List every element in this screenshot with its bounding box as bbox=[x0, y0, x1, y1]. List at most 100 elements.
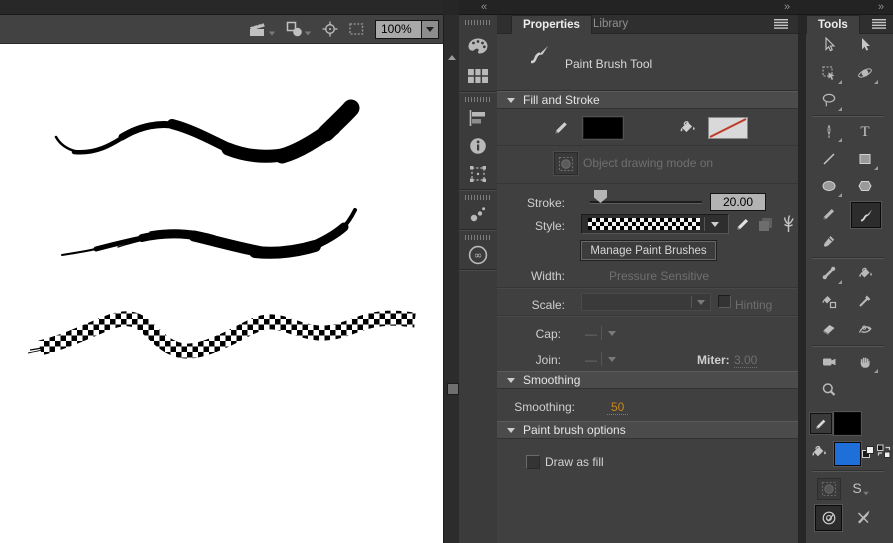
paint-brush-library-button[interactable] bbox=[781, 214, 796, 233]
style-row: Style: bbox=[497, 213, 798, 239]
checkered-pattern-brush-stroke[interactable] bbox=[27, 310, 416, 359]
zoom-level-select[interactable]: 100% bbox=[375, 19, 439, 39]
tools-fill-color-swatch[interactable] bbox=[834, 442, 861, 466]
scale-dropdown[interactable] bbox=[581, 293, 711, 311]
style-label: Style: bbox=[534, 219, 565, 233]
object-drawing-toggle[interactable] bbox=[554, 152, 578, 175]
panel-group-grip[interactable] bbox=[465, 20, 491, 25]
cap-row: Cap: — bbox=[497, 319, 798, 345]
properties-panel: Properties Library Paint Brush Tool Fill… bbox=[497, 15, 798, 543]
section-header-smoothing[interactable]: Smoothing bbox=[497, 371, 798, 389]
free-transform-tool-button[interactable] bbox=[815, 61, 843, 85]
style-dropdown[interactable] bbox=[581, 214, 729, 234]
stage-canvas[interactable] bbox=[0, 44, 443, 543]
use-tilt-icon bbox=[822, 511, 835, 525]
align-panel-button[interactable] bbox=[468, 109, 488, 127]
cap-dropdown-arrow[interactable] bbox=[608, 331, 616, 336]
width-label: Width: bbox=[530, 269, 565, 283]
hand-tool-button[interactable] bbox=[851, 350, 879, 374]
polystar-tool-button[interactable] bbox=[851, 174, 879, 198]
paint-brush-tool-button[interactable] bbox=[851, 202, 881, 228]
style-dropdown-arrow[interactable] bbox=[705, 221, 725, 227]
panel-group-grip[interactable] bbox=[465, 97, 491, 102]
rough-art-brush-stroke[interactable] bbox=[61, 208, 357, 259]
cc-libraries-panel-button[interactable]: ∞ bbox=[468, 245, 488, 265]
camera-tool-button[interactable] bbox=[815, 350, 843, 374]
miter-value[interactable]: 3.00 bbox=[734, 353, 758, 368]
panel-group-grip[interactable] bbox=[465, 235, 491, 240]
use-pressure-button[interactable] bbox=[850, 505, 875, 529]
info-panel-button[interactable] bbox=[469, 137, 487, 155]
edit-symbols-button[interactable] bbox=[286, 21, 312, 37]
collapse-panels-button[interactable]: « bbox=[481, 0, 487, 14]
section-header-paint-brush-options[interactable]: Paint brush options bbox=[497, 421, 798, 439]
properties-panel-menu-button[interactable] bbox=[774, 19, 788, 29]
join-dropdown-arrow[interactable] bbox=[608, 357, 616, 362]
scroll-up-icon[interactable] bbox=[448, 55, 456, 60]
zoom-tool-button[interactable] bbox=[815, 378, 843, 402]
zoom-arrow-button[interactable] bbox=[421, 20, 438, 38]
section-header-fill-and-stroke[interactable]: Fill and Stroke bbox=[497, 91, 798, 109]
smooth-taper-brush-stroke[interactable] bbox=[54, 99, 360, 164]
stroke-slider-track[interactable] bbox=[590, 201, 702, 203]
subselection-tool-button[interactable] bbox=[851, 33, 879, 57]
manage-paint-brushes-button[interactable]: Manage Paint Brushes bbox=[580, 240, 717, 261]
scrollbar-thumb[interactable] bbox=[447, 383, 459, 395]
use-tilt-button[interactable] bbox=[815, 505, 842, 531]
edit-scene-button[interactable] bbox=[248, 21, 276, 37]
eyedropper-tool-button[interactable] bbox=[851, 289, 879, 313]
oval-tool-button[interactable] bbox=[815, 174, 843, 198]
panel-icon-strip: ∞ bbox=[459, 15, 498, 543]
tools-object-drawing-toggle[interactable] bbox=[817, 478, 841, 500]
pencil-tool-button[interactable] bbox=[815, 202, 843, 226]
smoothing-label: Smoothing: bbox=[514, 400, 575, 414]
zoom-level-value: 100% bbox=[381, 22, 412, 36]
line-tool-button[interactable] bbox=[815, 147, 843, 171]
3d-rotation-tool-button[interactable] bbox=[851, 61, 879, 85]
stroke-value-field[interactable]: 20.00 bbox=[710, 193, 766, 211]
draw-as-fill-checkbox[interactable] bbox=[526, 455, 540, 469]
tools-panel-menu-button[interactable] bbox=[872, 19, 886, 29]
flyout-indicator bbox=[838, 80, 842, 84]
presets-panel-button[interactable] bbox=[469, 205, 487, 223]
clip-content-button[interactable] bbox=[348, 21, 365, 37]
tools-stroke-color-swatch[interactable] bbox=[834, 412, 861, 435]
fill-color-swatch-no-fill[interactable] bbox=[708, 117, 748, 139]
asset-warp-tool-button[interactable] bbox=[851, 317, 879, 341]
expand-tools-button[interactable]: » bbox=[878, 0, 884, 14]
expand-properties-button[interactable]: » bbox=[784, 0, 790, 14]
classic-brush-tool-button[interactable] bbox=[815, 230, 843, 254]
snap-options-button[interactable]: S bbox=[850, 478, 872, 498]
swap-colors-button[interactable] bbox=[877, 444, 891, 459]
tools-stroke-color-button[interactable] bbox=[810, 413, 832, 434]
panel-group-grip[interactable] bbox=[465, 195, 491, 200]
cap-value: — bbox=[585, 327, 597, 341]
transform-panel-button[interactable] bbox=[469, 165, 487, 183]
paint-bucket-tool-button[interactable] bbox=[851, 261, 879, 285]
join-label: Join: bbox=[535, 353, 561, 367]
pen-tool-button[interactable] bbox=[815, 119, 843, 143]
default-colors-button[interactable] bbox=[862, 446, 875, 459]
ink-bottle-tool-button[interactable] bbox=[815, 289, 843, 313]
rectangle-tool-button[interactable] bbox=[851, 147, 879, 171]
tab-tools[interactable]: Tools bbox=[806, 15, 860, 34]
stroke-label: Stroke: bbox=[526, 196, 565, 210]
tab-properties[interactable]: Properties bbox=[511, 15, 592, 34]
stage-vertical-scrollbar[interactable] bbox=[443, 15, 460, 543]
swatches-panel-button[interactable] bbox=[467, 67, 489, 85]
eraser-tool-button[interactable] bbox=[815, 317, 843, 341]
smoothing-value[interactable]: 50 bbox=[607, 400, 629, 415]
object-drawing-row: Object drawing mode on bbox=[497, 145, 798, 184]
color-panel-button[interactable] bbox=[467, 37, 489, 57]
stroke-color-swatch[interactable] bbox=[583, 117, 623, 139]
text-tool-button[interactable]: T bbox=[851, 119, 879, 143]
tab-library[interactable]: Library bbox=[583, 15, 638, 33]
bone-tool-button[interactable] bbox=[815, 261, 843, 285]
flyout-indicator bbox=[874, 166, 878, 170]
lasso-tool-button[interactable] bbox=[815, 88, 843, 112]
layered-squares-button[interactable] bbox=[758, 217, 773, 232]
hinting-checkbox[interactable] bbox=[718, 295, 731, 308]
edit-style-button[interactable] bbox=[735, 216, 751, 232]
center-frame-button[interactable] bbox=[322, 21, 338, 37]
selection-tool-button[interactable] bbox=[815, 33, 843, 57]
